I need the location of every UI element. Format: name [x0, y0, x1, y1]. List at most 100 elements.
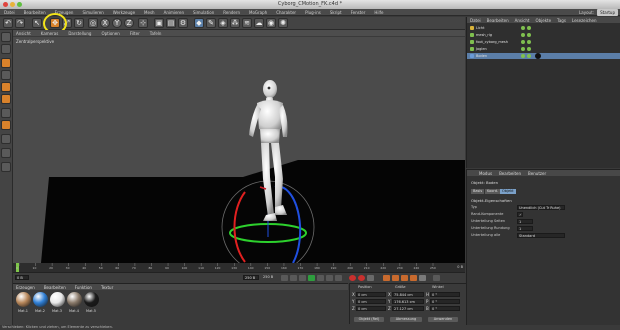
select-arrow-icon[interactable]: ↖ — [32, 18, 42, 28]
model-mode-icon[interactable] — [1, 58, 11, 68]
material-menu-item[interactable]: Erzeugen — [16, 285, 35, 290]
coordinate-mode-select[interactable]: Objekt (Rel) — [354, 317, 384, 322]
menu-item[interactable]: Skript — [330, 10, 342, 15]
menu-item[interactable]: Datei — [4, 10, 15, 15]
texture-mode-icon[interactable] — [1, 44, 11, 54]
next-key-icon[interactable] — [326, 275, 333, 281]
menu-item[interactable]: Plug-ins — [305, 10, 321, 15]
menu-item[interactable]: MoGraph — [249, 10, 267, 15]
parameter-key-icon[interactable] — [410, 275, 417, 281]
record-icon[interactable] — [349, 275, 356, 281]
rotation-p-field[interactable]: 0 ° — [430, 299, 460, 304]
object-menu-item[interactable]: Ansicht — [515, 18, 530, 23]
tab-basis[interactable]: Basis — [471, 189, 485, 194]
layout-select[interactable]: Startup — [597, 9, 618, 16]
viewport-menu-item[interactable]: Ansicht — [16, 31, 31, 36]
edge-checkbox[interactable]: ✓ — [517, 212, 523, 217]
object-mode-icon[interactable] — [1, 70, 11, 80]
3d-viewport[interactable]: Zentralperspektive — [13, 37, 465, 263]
menu-item[interactable]: Fenster — [351, 10, 366, 15]
type-select[interactable]: Unendlich (Cut Tr Ruhe) — [517, 205, 565, 210]
lock-workplane-icon[interactable] — [1, 162, 11, 172]
attribute-menu-item[interactable]: Modus — [479, 171, 492, 176]
camera-icon[interactable]: ◉ — [266, 18, 276, 28]
subdivision-sides-field[interactable]: 1 — [517, 219, 533, 224]
light-icon[interactable]: ✺ — [278, 18, 288, 28]
visibility-dot-icon[interactable] — [521, 40, 525, 44]
axis-mode-icon[interactable] — [1, 120, 11, 130]
object-row[interactable]: Joglen — [467, 46, 620, 52]
live-selection-icon[interactable]: ◎ — [88, 18, 98, 28]
x-axis-lock-icon[interactable]: X — [100, 18, 110, 28]
timeline-ruler[interactable]: 0 10 20 30 40 50 60 70 80 90 100 110 120 130 140 150 160… — [13, 263, 465, 272]
enable-check-icon[interactable] — [527, 40, 531, 44]
render-picture-viewer-icon[interactable]: ▤ — [166, 18, 176, 28]
object-row[interactable]: mesh_rig — [467, 32, 620, 38]
object-row[interactable]: Licht — [467, 25, 620, 31]
viewport-menu-item[interactable]: Optionen — [101, 31, 119, 36]
timeline-options-icon[interactable] — [433, 275, 440, 281]
material-swatch[interactable] — [16, 292, 31, 307]
material-menu-item[interactable]: Bearbeiten — [44, 285, 66, 290]
material-swatch[interactable] — [84, 292, 99, 307]
prev-key-icon[interactable] — [290, 275, 297, 281]
enable-check-icon[interactable] — [527, 26, 531, 30]
rotation-h-field[interactable]: 0 ° — [430, 292, 460, 297]
menu-item[interactable]: Werkzeuge — [113, 10, 135, 15]
polygons-mode-icon[interactable] — [1, 108, 11, 118]
subdivision-rounding-field[interactable]: 1 — [517, 226, 533, 231]
points-mode-icon[interactable] — [1, 82, 11, 92]
menu-item[interactable]: Hilfe — [374, 10, 383, 15]
redo-icon[interactable]: ↷ — [15, 18, 25, 28]
position-key-icon[interactable] — [383, 275, 390, 281]
size-y-field[interactable]: 176.613 cm — [392, 299, 424, 304]
start-frame-field[interactable]: 0 B — [15, 275, 29, 280]
position-z-field[interactable]: 0 cm — [356, 306, 386, 311]
menu-item[interactable]: Mesh — [144, 10, 155, 15]
subdivision-surface-icon[interactable]: ◈ — [218, 18, 228, 28]
autokey-icon[interactable] — [358, 275, 365, 281]
visibility-dot-icon[interactable] — [521, 47, 525, 51]
size-z-field[interactable]: 27.127 cm — [392, 306, 424, 311]
undo-icon[interactable]: ↶ — [3, 18, 13, 28]
visibility-dot-icon[interactable] — [521, 26, 525, 30]
z-axis-lock-icon[interactable]: Z — [124, 18, 134, 28]
scale-key-icon[interactable] — [392, 275, 399, 281]
menu-item[interactable]: Charakter — [276, 10, 296, 15]
material-menu-item[interactable]: Funktion — [75, 285, 92, 290]
visibility-dot-icon[interactable] — [521, 54, 525, 58]
edges-mode-icon[interactable] — [1, 94, 11, 104]
y-axis-lock-icon[interactable]: Y — [112, 18, 122, 28]
attribute-menu-item[interactable]: Bearbeiten — [499, 171, 521, 176]
play-icon[interactable] — [308, 275, 315, 281]
material-swatch[interactable] — [50, 292, 65, 307]
next-frame-icon[interactable] — [317, 275, 324, 281]
enable-check-icon[interactable] — [527, 54, 531, 58]
menu-item[interactable]: Animieren — [164, 10, 184, 15]
object-row-selected[interactable]: Boden — [467, 53, 620, 59]
subdivision-all-select[interactable]: Standard — [517, 233, 565, 238]
make-editable-icon[interactable] — [1, 32, 11, 42]
cube-primitive-icon[interactable]: ◆ — [194, 18, 204, 28]
enable-check-icon[interactable] — [527, 33, 531, 37]
viewport-menu-item[interactable]: Filter — [130, 31, 140, 36]
position-x-field[interactable]: 0 cm — [356, 292, 386, 297]
apply-button[interactable]: Anwenden — [428, 317, 458, 322]
object-menu-item[interactable]: Lesezeichen — [572, 18, 597, 23]
snap-icon[interactable] — [1, 134, 11, 144]
rotation-b-field[interactable]: 0 ° — [430, 306, 460, 311]
object-menu-item[interactable]: Objekte — [535, 18, 551, 23]
material-tag-icon[interactable] — [535, 53, 541, 59]
end-frame-field[interactable]: 250 B — [243, 275, 259, 280]
deformer-icon[interactable]: ≋ — [242, 18, 252, 28]
viewport-menu-item[interactable]: Kameras — [41, 31, 59, 36]
prev-frame-icon[interactable] — [299, 275, 306, 281]
render-settings-icon[interactable]: ⚙ — [178, 18, 188, 28]
object-menu-item[interactable]: Tags — [557, 18, 566, 23]
environment-icon[interactable]: ☁ — [254, 18, 264, 28]
tab-coord[interactable]: Koord. — [485, 189, 501, 194]
coordinate-system-icon[interactable]: ⊹ — [138, 18, 148, 28]
material-menu-item[interactable]: Textur — [101, 285, 113, 290]
keyframe-selection-icon[interactable] — [367, 275, 374, 281]
goto-end-icon[interactable] — [335, 275, 342, 281]
